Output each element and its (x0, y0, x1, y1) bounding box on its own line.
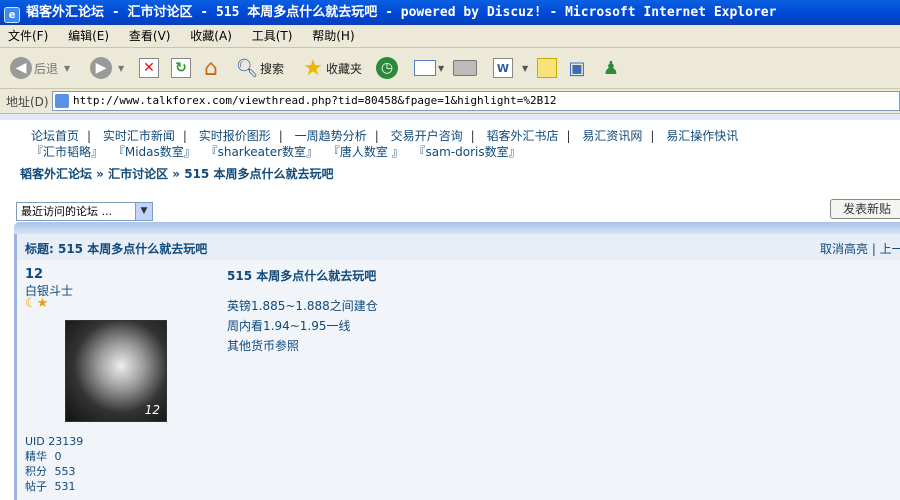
chevron-down-icon: ▼ (135, 203, 152, 220)
menu-view[interactable]: 查看(V) (121, 25, 179, 47)
page-icon (55, 94, 69, 108)
mail-icon (412, 55, 438, 81)
toolbar: ◀ 后退 ▼ ▶ ▼ ✕ ↻ ⌂ 🔍︎ 搜索 ★ 收藏夹 ◷ ▼ W ▼ ▣ ♟ (0, 48, 900, 89)
back-button[interactable]: ◀ 后退 ▼ (8, 54, 70, 82)
stat-jifen: 积分 553 (25, 465, 76, 478)
favorites-button[interactable]: ★ 收藏夹 (300, 54, 362, 82)
post: 12 白银斗士 ☾★ 12 UID 23139 精华 0 积分 553 帖子 5… (14, 260, 900, 500)
avatar: 12 (65, 320, 167, 422)
stop-button[interactable]: ✕ (136, 54, 162, 82)
nav-link[interactable]: 一周趋势分析 (295, 129, 367, 143)
forward-arrow-icon: ▶ (88, 55, 114, 81)
post-line: 英镑1.885~1.888之间建仓 (227, 299, 378, 313)
post-line: 其他货币参照 (227, 339, 300, 353)
rank-stars-icon: ☾★ (25, 296, 49, 311)
note-icon (534, 55, 560, 81)
window-title: 韬客外汇论坛 - 汇市讨论区 - 515 本周多点什么就去玩吧 - powere… (26, 5, 777, 20)
nav-link[interactable]: 交易开户咨询 (391, 129, 463, 143)
menu-file[interactable]: 文件(F) (0, 25, 56, 47)
author-uid: UID 23139 (25, 435, 84, 448)
chevron-down-icon: ▼ (118, 63, 125, 73)
nav-link[interactable]: 『Midas数室』 (113, 145, 196, 159)
thread-header-bar (14, 222, 900, 234)
address-url: http://www.talkforex.com/viewthread.php?… (73, 94, 557, 107)
discuss-button[interactable] (534, 54, 560, 82)
recent-forums-select[interactable]: 最近访问的论坛 ... ▼ (16, 202, 153, 221)
forward-button[interactable]: ▶ ▼ (88, 54, 124, 82)
breadcrumb[interactable]: 韬客外汇论坛 » 汇市讨论区 » 515 本周多点什么就去玩吧 (20, 165, 333, 182)
nav-link[interactable]: 易汇操作快讯 (666, 129, 738, 143)
nav-link[interactable]: 『唐人数室 』 (328, 145, 404, 159)
post-body: 英镑1.885~1.888之间建仓 周内看1.94~1.95一线 其他货币参照 (227, 296, 378, 356)
menu-bar: 文件(F) 编辑(E) 查看(V) 收藏(A) 工具(T) 帮助(H) (0, 25, 900, 48)
home-button[interactable]: ⌂ (198, 54, 224, 82)
research-icon: ▣ (568, 57, 586, 79)
nav-link[interactable]: 『sam-doris数室』 (414, 145, 521, 159)
word-icon: W (490, 55, 516, 81)
search-label: 搜索 (260, 61, 285, 76)
post-line: 周内看1.94~1.95一线 (227, 319, 351, 333)
chevron-down-icon: ▼ (522, 63, 529, 73)
stop-icon: ✕ (136, 55, 162, 81)
menu-tools[interactable]: 工具(T) (244, 25, 301, 47)
print-button[interactable] (452, 54, 478, 82)
star-icon: ★ (303, 55, 323, 81)
nav-row-2: 『汇市韬略』 『Midas数室』 『sharkeater数室』 『唐人数室 』 … (31, 144, 738, 160)
thread-actions[interactable]: 取消高亮 | 上一 (820, 240, 900, 257)
mail-button[interactable]: ▼ (412, 54, 444, 82)
ie-icon: e (4, 7, 20, 23)
history-button[interactable]: ◷ (374, 54, 400, 82)
favorites-label: 收藏夹 (326, 61, 363, 76)
stat-tiezi: 帖子 531 (25, 480, 76, 493)
thread-header: 标题: 515 本周多点什么就去玩吧 取消高亮 | 上一 (14, 234, 900, 260)
home-icon: ⌂ (204, 55, 218, 81)
nav-link[interactable]: 『sharkeater数室』 (206, 145, 318, 159)
header-strip (0, 114, 900, 120)
post-author[interactable]: 12 (25, 267, 43, 282)
messenger-icon: ♟ (602, 57, 620, 79)
select-value: 最近访问的论坛 ... (21, 205, 112, 218)
back-label: 后退 (34, 61, 59, 76)
search-button[interactable]: 🔍︎ 搜索 (234, 54, 284, 82)
stat-jinghua: 精华 0 (25, 450, 62, 463)
post-title: 515 本周多点什么就去玩吧 (227, 269, 377, 283)
nav-row-1: 论坛首页 | 实时汇市新闻 | 实时报价图形 | 一周趋势分析 | 交易开户咨询 | 韬客… (31, 129, 739, 143)
address-label: 地址(D) (6, 95, 49, 109)
avatar-caption: 12 (144, 403, 160, 417)
window-titlebar: e 韬客外汇论坛 - 汇市讨论区 - 515 本周多点什么就去玩吧 - power… (0, 0, 900, 25)
address-bar: 地址(D) http://www.talkforex.com/viewthrea… (0, 89, 900, 114)
nav-link[interactable]: 韬客外汇书店 (486, 129, 558, 143)
research-button[interactable]: ▣ (564, 54, 590, 82)
author-stats: UID 23139 精华 0 积分 553 帖子 531 (25, 434, 83, 494)
chevron-down-icon: ▼ (64, 63, 71, 73)
history-icon: ◷ (374, 55, 400, 81)
nav-links: 论坛首页 | 实时汇市新闻 | 实时报价图形 | 一周趋势分析 | 交易开户咨询 | 韬客… (31, 128, 738, 160)
printer-icon (452, 55, 478, 81)
search-icon: 🔍︎ (235, 57, 259, 79)
refresh-icon: ↻ (168, 55, 194, 81)
thread-title: 标题: 515 本周多点什么就去玩吧 (25, 242, 208, 256)
nav-link[interactable]: 易汇资讯网 (582, 129, 642, 143)
nav-link[interactable]: 『汇市韬略』 (31, 145, 103, 159)
chevron-down-icon: ▼ (438, 63, 445, 73)
new-post-button[interactable]: 发表新贴 (830, 199, 900, 219)
page-content: 论坛首页 | 实时汇市新闻 | 实时报价图形 | 一周趋势分析 | 交易开户咨询 | 韬客… (0, 114, 900, 500)
nav-link[interactable]: 实时汇市新闻 (103, 129, 175, 143)
address-input[interactable]: http://www.talkforex.com/viewthread.php?… (52, 91, 900, 111)
refresh-button[interactable]: ↻ (168, 54, 194, 82)
menu-favorites[interactable]: 收藏(A) (182, 25, 240, 47)
menu-edit[interactable]: 编辑(E) (60, 25, 117, 47)
edit-word-button[interactable]: W ▼ (490, 54, 528, 82)
messenger-button[interactable]: ♟ (598, 54, 624, 82)
nav-link[interactable]: 论坛首页 (31, 129, 79, 143)
back-arrow-icon: ◀ (8, 55, 34, 81)
menu-help[interactable]: 帮助(H) (304, 25, 362, 47)
nav-link[interactable]: 实时报价图形 (199, 129, 271, 143)
